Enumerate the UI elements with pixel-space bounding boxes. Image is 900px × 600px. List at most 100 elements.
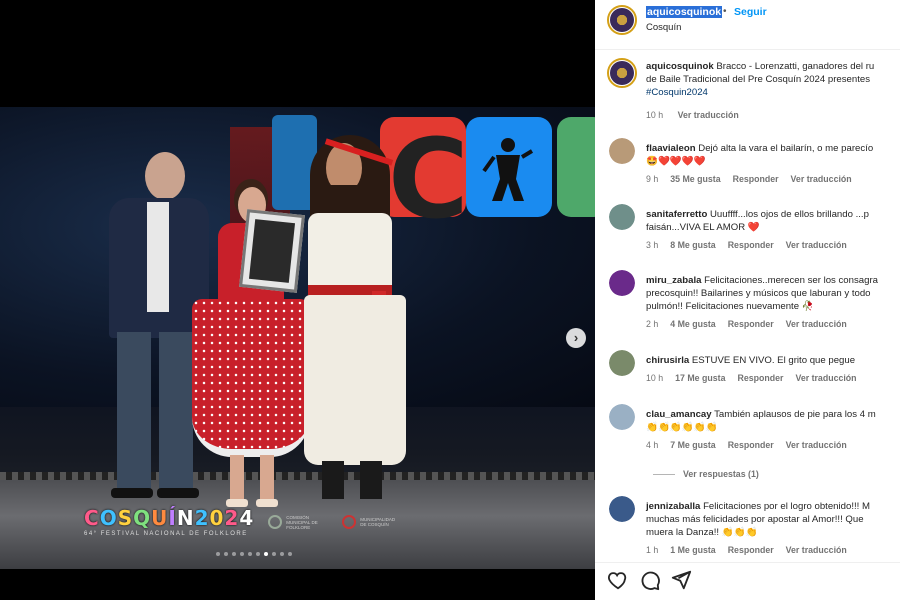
comment-username[interactable]: flaavialeon bbox=[646, 143, 696, 154]
comment-body: clau_amancay También aplausos de pie par… bbox=[646, 408, 900, 434]
comment-time[interactable]: 10 h bbox=[646, 373, 663, 383]
header-separator: • bbox=[723, 6, 727, 17]
comment-text: Dejó alta la vara el bailarín, o me pare… bbox=[698, 143, 874, 154]
comment-username[interactable]: clau_amancay bbox=[646, 409, 712, 420]
comment-likes[interactable]: 7 Me gusta bbox=[670, 440, 715, 450]
comment-reply-button[interactable]: Responder bbox=[728, 240, 774, 250]
comment-likes[interactable]: 17 Me gusta bbox=[675, 373, 725, 383]
logo-letter: Í bbox=[168, 506, 177, 530]
comment-body: chirusirla ESTUVE EN VIVO. El grito que … bbox=[646, 354, 900, 367]
comment-text-line-2: faisán...VIVA EL AMOR ❤️ bbox=[646, 222, 760, 233]
author-username[interactable]: aquicosquinok bbox=[646, 6, 723, 18]
logo-letter: 0 bbox=[209, 506, 225, 530]
comment-text-line-2: muchas más felicidades por apostar al Am… bbox=[646, 514, 864, 525]
comment-time[interactable]: 2 h bbox=[646, 319, 658, 329]
comment-time[interactable]: 3 h bbox=[646, 240, 658, 250]
comment-text: También aplausos de pie para los 4 m bbox=[714, 409, 876, 420]
replies-divider bbox=[653, 474, 675, 476]
share-icon[interactable] bbox=[670, 569, 692, 591]
caption-meta: 10 h Ver traducción bbox=[646, 110, 751, 120]
comment-avatar[interactable] bbox=[609, 496, 635, 522]
post-location[interactable]: Cosquín bbox=[646, 22, 681, 33]
caption-hashtag[interactable]: #Cosquin2024 bbox=[646, 87, 708, 98]
comment-text-line-3: pulmón!! Felicitaciones nuevamente 🥀 bbox=[646, 301, 814, 312]
comment-reply-button[interactable]: Responder bbox=[728, 545, 774, 555]
sponsor-emblem-icon bbox=[268, 515, 283, 529]
comment-likes[interactable]: 8 Me gusta bbox=[670, 240, 715, 250]
carousel-indicators bbox=[216, 552, 292, 556]
carousel-dot bbox=[232, 552, 236, 556]
caption-translate-link[interactable]: Ver traducción bbox=[678, 110, 739, 120]
comment-likes[interactable]: 1 Me gusta bbox=[670, 545, 715, 555]
comment-username[interactable]: jennizaballa bbox=[646, 501, 700, 512]
comment-text: Felicitaciones por el logro obtenido!!! … bbox=[703, 501, 870, 512]
comment-meta: 3 h 8 Me gusta Responder Ver traducción bbox=[646, 240, 859, 250]
comment-meta: 10 h 17 Me gusta Responder Ver traducción bbox=[646, 373, 869, 383]
comment-likes[interactable]: 35 Me gusta bbox=[670, 174, 720, 184]
comment-reply-button[interactable]: Responder bbox=[728, 440, 774, 450]
post-photo: C COSQUÍN2024 64° FESTIVAL NACIONAL DE F… bbox=[0, 107, 595, 569]
logo-letter: 4 bbox=[239, 506, 255, 530]
comment-username[interactable]: miru_zabala bbox=[646, 275, 701, 286]
comment-text: Uuuffff...los ojos de ellos brillando ..… bbox=[709, 209, 869, 220]
comment-avatar[interactable] bbox=[609, 270, 635, 296]
view-replies-label: Ver respuestas (1) bbox=[683, 469, 759, 479]
logo-letter: O bbox=[99, 506, 118, 530]
comment-translate-link[interactable]: Ver traducción bbox=[795, 373, 856, 383]
heart-icon[interactable] bbox=[607, 569, 629, 591]
comment-icon[interactable] bbox=[639, 569, 661, 591]
caption-avatar[interactable] bbox=[607, 58, 637, 88]
caption-username[interactable]: aquicosquinok bbox=[646, 61, 714, 72]
post-media[interactable]: C COSQUÍN2024 64° FESTIVAL NACIONAL DE F… bbox=[0, 0, 595, 600]
comment-body: flaavialeon Dejó alta la vara el bailarí… bbox=[646, 142, 900, 168]
comment-translate-link[interactable]: Ver traducción bbox=[786, 440, 847, 450]
comment-reply-button[interactable]: Responder bbox=[733, 174, 779, 184]
author-avatar[interactable] bbox=[607, 5, 637, 35]
comment-meta: 9 h 35 Me gusta Responder Ver traducción bbox=[646, 174, 864, 184]
comment-text: ESTUVE EN VIVO. El grito que pegue bbox=[691, 355, 856, 366]
comment-avatar[interactable] bbox=[609, 404, 635, 430]
comment-time[interactable]: 9 h bbox=[646, 174, 658, 184]
carousel-dot bbox=[288, 552, 292, 556]
comment-likes[interactable]: 4 Me gusta bbox=[670, 319, 715, 329]
comment-avatar[interactable] bbox=[609, 138, 635, 164]
comment-avatar[interactable] bbox=[609, 204, 635, 230]
comment-reply-button[interactable]: Responder bbox=[737, 373, 783, 383]
comment-translate-link[interactable]: Ver traducción bbox=[791, 174, 852, 184]
person-gaucho-dancer bbox=[290, 135, 420, 513]
comment-avatar[interactable] bbox=[609, 350, 635, 376]
logo-letter: S bbox=[117, 506, 134, 530]
event-watermark: COSQUÍN2024 64° FESTIVAL NACIONAL DE FOL… bbox=[84, 507, 402, 537]
carousel-dot bbox=[256, 552, 260, 556]
logo-letter: 2 bbox=[194, 506, 210, 530]
comment-meta: 1 h 1 Me gusta Responder Ver traducción bbox=[646, 545, 859, 555]
comment-body: jennizaballa Felicitaciones por el logro… bbox=[646, 500, 900, 539]
cosquin-logo: COSQUÍN2024 64° FESTIVAL NACIONAL DE FOL… bbox=[84, 507, 254, 537]
comment-meta: 2 h 4 Me gusta Responder Ver traducción bbox=[646, 319, 859, 329]
comment-text-line-2: 👏👏👏👏👏👏 bbox=[646, 422, 718, 433]
comment-reply-button[interactable]: Responder bbox=[728, 319, 774, 329]
comment-text-line-2: 🤩❤️❤️❤️❤️ bbox=[646, 156, 706, 167]
comment-translate-link[interactable]: Ver traducción bbox=[786, 545, 847, 555]
view-replies-button[interactable]: Ver respuestas (1) bbox=[653, 469, 759, 479]
caption-line-1: Bracco - Lorenzatti, ganadores del ru bbox=[716, 61, 875, 72]
carousel-dot bbox=[240, 552, 244, 556]
comment-username[interactable]: sanitaferretto bbox=[646, 209, 707, 220]
comment-time[interactable]: 1 h bbox=[646, 545, 658, 555]
comment-time[interactable]: 4 h bbox=[646, 440, 658, 450]
caption-time[interactable]: 10 h bbox=[646, 110, 663, 120]
cosquin-logo-text: COSQUÍN2024 bbox=[84, 507, 254, 529]
sponsor-municipalidad-label: MUNICIPALIDAD DE COSQUÍN bbox=[360, 517, 396, 527]
comment-username[interactable]: chirusirla bbox=[646, 355, 689, 366]
logo-letter: U bbox=[151, 506, 169, 530]
comment-translate-link[interactable]: Ver traducción bbox=[786, 319, 847, 329]
logo-letter: C bbox=[84, 506, 100, 530]
carousel-next-button[interactable]: › bbox=[566, 328, 586, 348]
logo-letter: Q bbox=[133, 506, 152, 530]
carousel-dot bbox=[248, 552, 252, 556]
comment-body: miru_zabala Felicitaciones..merecen ser … bbox=[646, 274, 900, 313]
comment-text-line-3: muera la Danza!! 👏👏👏 bbox=[646, 527, 758, 538]
follow-button[interactable]: Seguir bbox=[734, 6, 767, 18]
comment-translate-link[interactable]: Ver traducción bbox=[786, 240, 847, 250]
led-letter-o-dancer bbox=[466, 117, 552, 217]
